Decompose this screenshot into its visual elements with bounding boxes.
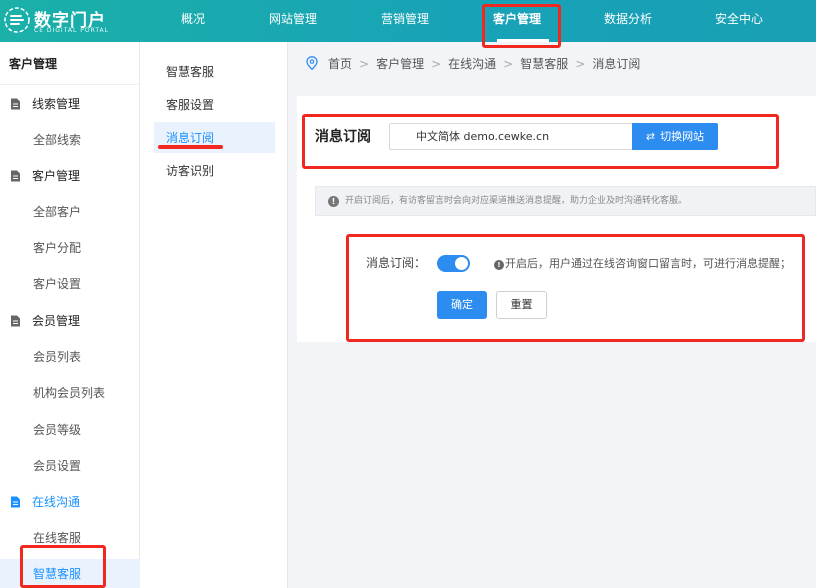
subnav-visitor-identification[interactable]: 访客识别 (166, 161, 214, 181)
sidebar-group-online-chat[interactable]: 在线沟通 (10, 492, 80, 512)
subnav-service-settings[interactable]: 客服设置 (166, 95, 214, 115)
breadcrumb-customer-management[interactable]: 客户管理 (376, 57, 424, 71)
sidebar-title: 客户管理 (0, 42, 140, 85)
sidebar-item-all-leads[interactable]: 全部线索 (33, 130, 81, 150)
annotation-box-site-select (302, 114, 779, 169)
breadcrumb-current: 消息订阅 (592, 57, 641, 71)
nav-overview[interactable]: 概况 (170, 0, 216, 42)
info-notice: ! 开启订阅后，有访客留言时会向对应渠道推送消息提醒，助力企业及时沟通转化客服。 (315, 186, 816, 216)
sidebar-group-members[interactable]: 会员管理 (10, 311, 80, 331)
breadcrumb-home[interactable]: 首页 (328, 57, 352, 71)
notice-text: 开启订阅后，有访客留言时会向对应渠道推送消息提醒，助力企业及时沟通转化客服。 (345, 196, 688, 206)
sidebar-item-member-levels[interactable]: 会员等级 (33, 420, 81, 440)
logo[interactable]: 数字门户 CE DIGITAL PORTAL (4, 6, 134, 38)
sidebar-group-label: 在线沟通 (32, 495, 81, 509)
sub-sidebar: 智慧客服 客服设置 消息订阅 访客识别 (140, 42, 288, 588)
chevron-right-icon: > (575, 57, 586, 71)
document-icon (11, 98, 20, 110)
annotation-box-nav (482, 4, 561, 48)
nav-marketing-management[interactable]: 营销管理 (374, 0, 436, 42)
annotation-box-sidebar-item (20, 545, 106, 588)
breadcrumb-online-chat[interactable]: 在线沟通 (448, 57, 496, 71)
document-icon (11, 496, 20, 508)
nav-website-management[interactable]: 网站管理 (262, 0, 324, 42)
sidebar-item-all-customers[interactable]: 全部客户 (33, 202, 81, 222)
annotation-box-form (346, 234, 805, 342)
info-icon: ! (328, 196, 339, 207)
nav-security-center[interactable]: 安全中心 (708, 0, 770, 42)
chevron-right-icon: > (431, 57, 442, 71)
sidebar-group-label: 线索管理 (32, 97, 81, 111)
location-pin-icon (306, 56, 318, 71)
sidebar-group-leads[interactable]: 线索管理 (10, 94, 80, 114)
document-icon (11, 170, 20, 182)
logo-subtitle: CE DIGITAL PORTAL (34, 27, 109, 34)
breadcrumb: 首页 > 客户管理 > 在线沟通 > 智慧客服 > 消息订阅 (306, 55, 640, 73)
sidebar-item-org-member-list[interactable]: 机构会员列表 (33, 383, 105, 403)
chevron-right-icon: > (503, 57, 514, 71)
logo-icon (4, 7, 30, 33)
subnav-smart-service[interactable]: 智慧客服 (166, 62, 214, 82)
sidebar-group-label: 会员管理 (32, 314, 81, 328)
document-icon (11, 315, 20, 327)
sidebar-item-member-settings[interactable]: 会员设置 (33, 456, 81, 476)
sidebar: 客户管理 线索管理 全部线索 客户管理 全部客户 客户分配 客户设置 会员管理 … (0, 42, 140, 588)
top-navbar: 数字门户 CE DIGITAL PORTAL 概况 网站管理 营销管理 客户管理… (0, 0, 816, 42)
breadcrumb-smart-service[interactable]: 智慧客服 (520, 57, 568, 71)
nav-data-analysis[interactable]: 数据分析 (597, 0, 659, 42)
annotation-underline-subnav (158, 145, 223, 149)
sidebar-group-label: 客户管理 (32, 169, 81, 183)
sidebar-group-customers[interactable]: 客户管理 (10, 166, 80, 186)
sidebar-item-member-list[interactable]: 会员列表 (33, 347, 81, 367)
sidebar-item-customer-settings[interactable]: 客户设置 (33, 274, 81, 294)
chevron-right-icon: > (359, 57, 370, 71)
sidebar-item-customer-assignment[interactable]: 客户分配 (33, 238, 81, 258)
